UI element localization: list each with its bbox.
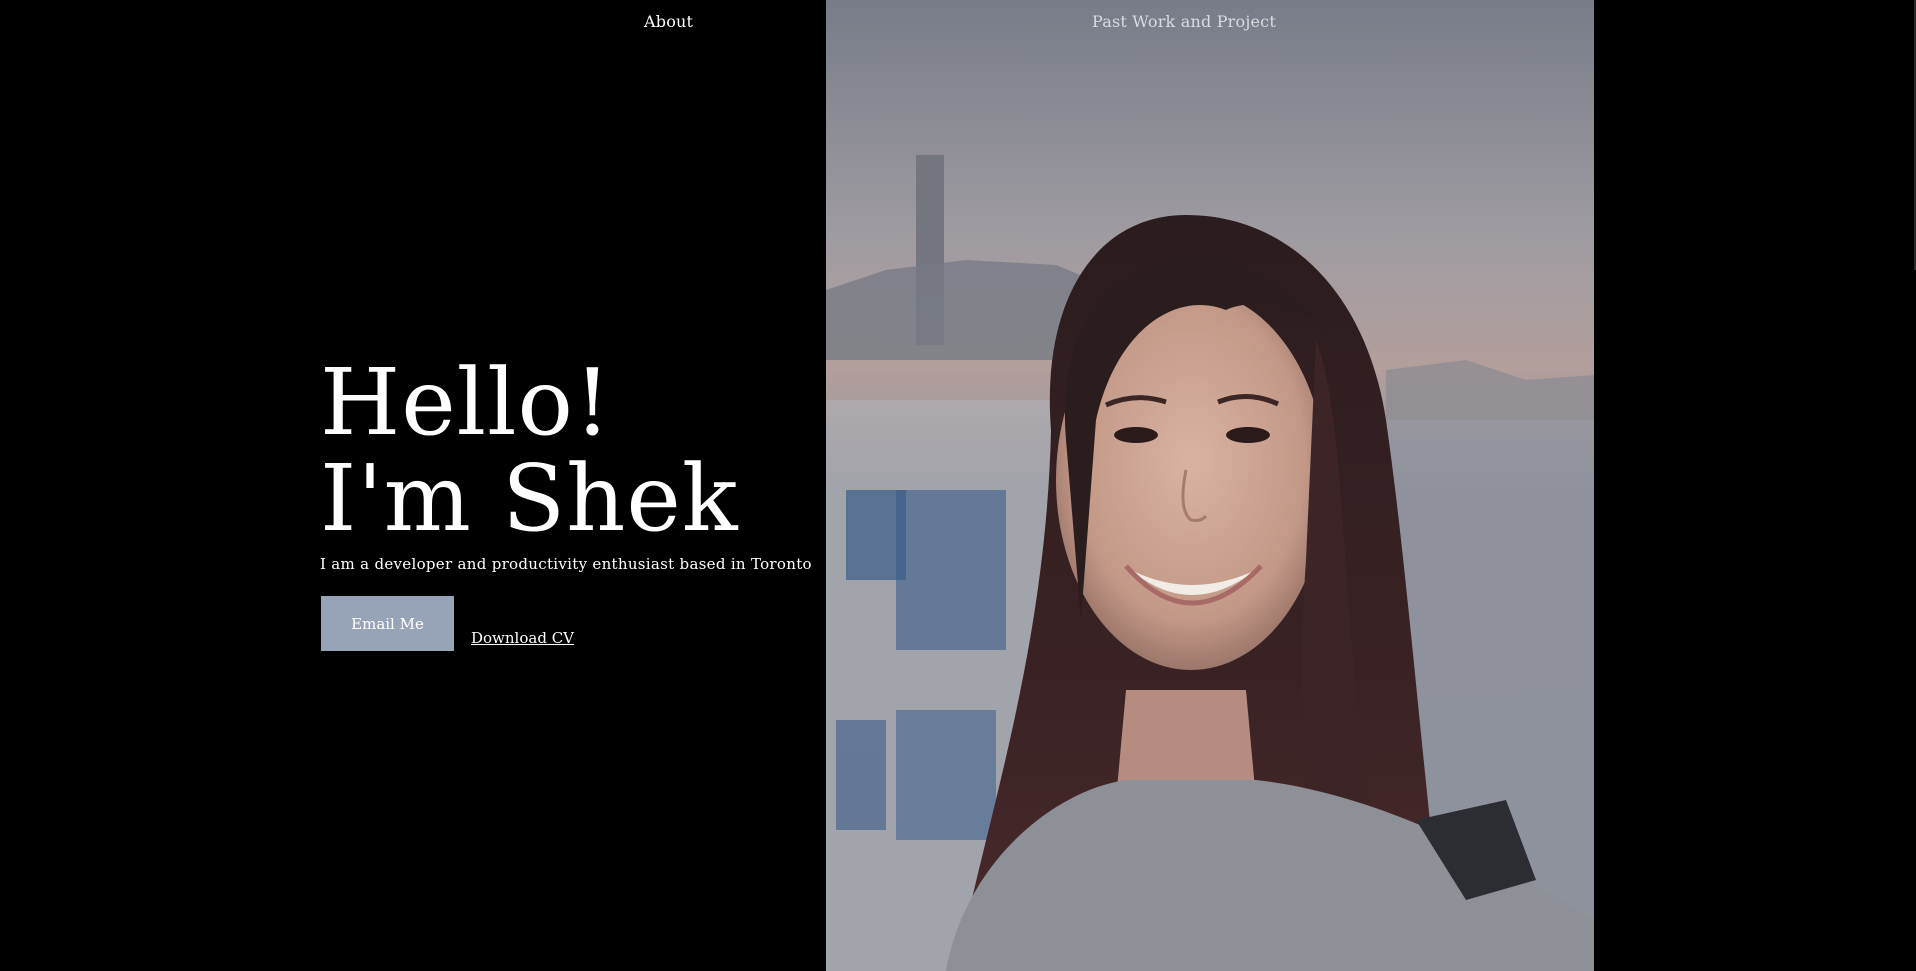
hero-section: Hello! I'm Shek I am a developer and pro… xyxy=(320,355,840,574)
nav-past-work-link[interactable]: Past Work and Project xyxy=(1092,12,1276,31)
hero-heading-line2: I'm Shek xyxy=(320,445,739,552)
page: About Past Work and Project Hello! I'm S… xyxy=(0,0,1916,971)
download-cv-link[interactable]: Download CV xyxy=(471,629,574,647)
nav-about-link[interactable]: About xyxy=(644,12,693,31)
hero-actions: Email Me Download CV xyxy=(321,596,574,651)
hero-subtitle: I am a developer and productivity enthus… xyxy=(320,555,812,573)
email-me-button[interactable]: Email Me xyxy=(321,596,454,651)
hero-heading-line1: Hello! xyxy=(320,349,612,456)
profile-photo xyxy=(826,0,1594,971)
hero-heading: Hello! I'm Shek xyxy=(320,355,840,547)
